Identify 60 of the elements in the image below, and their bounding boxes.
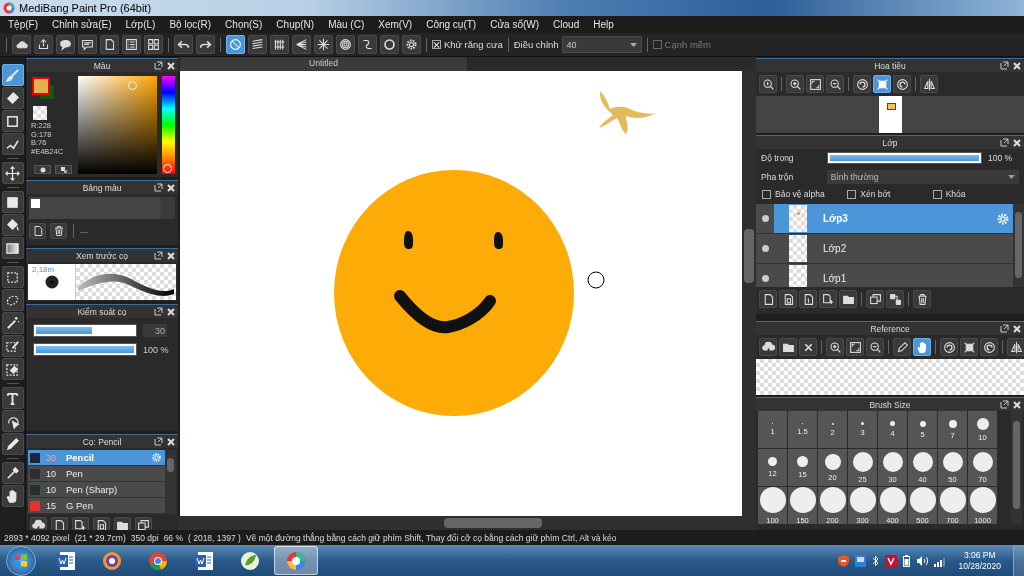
panel-title: Lớp [882, 137, 898, 148]
checkbox-label: Khóa [945, 189, 966, 199]
slider-value: 100 % [143, 344, 169, 355]
brush-size-text: 2,18m [32, 265, 55, 274]
brush-size: 15 [46, 500, 57, 511]
brush-name: G Pen [66, 500, 94, 511]
window-title: MediBang Paint Pro (64bit) [19, 2, 152, 14]
clock-time: 3:06 PM [963, 549, 996, 561]
panel-title: Xem trước cọ [76, 250, 128, 261]
panel-title: Cọ: Pencil [82, 436, 122, 447]
layer-name: Lớp2 [823, 243, 848, 254]
clock-date: 10/28/2020 [958, 560, 1001, 572]
status-text: 350 dpi [130, 532, 159, 543]
status-text: 2893 * 4092 pixel [4, 532, 70, 543]
menu-item[interactable]: Chọn(S) [218, 19, 270, 30]
panel-title: Bảng màu [82, 182, 122, 193]
panel-title: Hoa tiêu [874, 60, 906, 71]
menu-item[interactable]: Công cụ(T) [419, 19, 484, 30]
menu-item[interactable]: Xem(V) [371, 19, 420, 30]
status-text: Vẽ một đường thẳng bằng cách giữ phím Shift, Thay đổi cỡ cọ bằng cách giữ phím Ctrl, Alt và kéo [245, 532, 617, 543]
menu-item[interactable]: Chụp(N) [269, 19, 322, 30]
menu-item[interactable]: Bộ lọc(R) [162, 19, 219, 30]
panel-title: Kiểm soát cọ [77, 306, 127, 317]
document-tab[interactable]: Untitled [180, 57, 467, 71]
panel-title: Reference [870, 323, 910, 334]
brush-name: Pen [66, 468, 84, 479]
menu-item[interactable]: Chỉnh sửa(E) [45, 19, 119, 30]
status-text: ( 2018, 1397 ) [188, 532, 241, 543]
dropdown[interactable]: Bình thường [826, 170, 1019, 184]
menu-item[interactable]: Màu (C) [321, 19, 372, 30]
checkbox-label: Bảo vệ alpha [775, 189, 825, 199]
layer-name: Lớp1 [823, 273, 848, 284]
field-label: Pha trộn [761, 172, 795, 182]
checkbox-label: Xén bớt [860, 189, 891, 199]
brush-name: Pen (Sharp) [66, 484, 119, 495]
checkbox-label: Cạnh mềm [664, 39, 712, 50]
brush-list-item[interactable]: 10 Pen (Sharp) [28, 482, 165, 498]
brush-size: 10 [46, 484, 57, 495]
field-label: Điều chỉnh [513, 39, 559, 50]
field-label: Độ trong [761, 153, 795, 163]
panel-title: Màu [93, 60, 111, 71]
menu-item[interactable]: Cửa sổ(W) [483, 19, 547, 30]
palette-name: --- [80, 226, 88, 236]
menu-item[interactable]: Tệp(F) [1, 19, 45, 30]
dropdown[interactable]: 40 [561, 36, 642, 53]
menu-item[interactable]: Help [586, 19, 621, 30]
slider-value: 100 % [988, 153, 1013, 163]
value-field[interactable]: 30 [143, 324, 167, 337]
checkbox-label: Khử răng cưa [444, 39, 503, 50]
menu-item[interactable]: Lớp(L) [118, 19, 163, 30]
brush-list-item[interactable]: 15 G Pen [28, 498, 165, 514]
panel-title: Brush Size [869, 399, 911, 410]
status-text: 66 % [163, 532, 183, 543]
brush-list-item[interactable]: 10 Pen [28, 466, 165, 482]
menu-item[interactable]: Cloud [546, 19, 587, 30]
status-text: (21 * 29.7cm) [74, 532, 126, 543]
brush-size: 30 [46, 452, 57, 463]
brush-name: Pencil [66, 452, 95, 463]
brush-size: 10 [46, 468, 57, 479]
layer-name: Lớp3 [823, 213, 849, 224]
